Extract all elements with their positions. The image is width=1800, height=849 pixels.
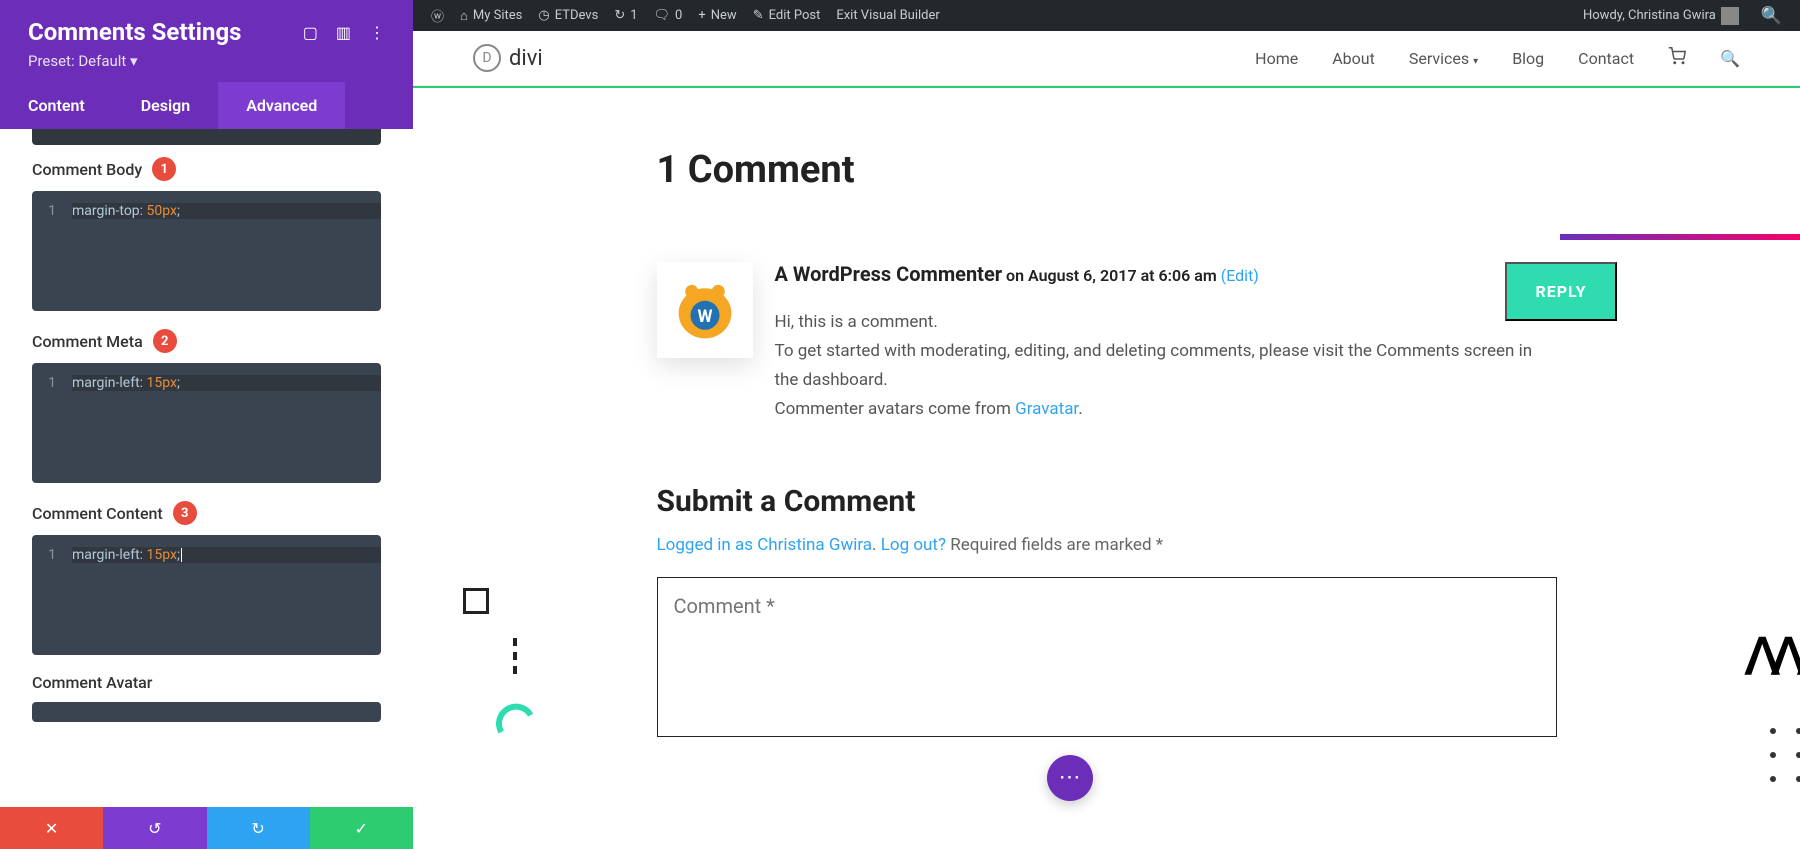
comment-date: on August 6, 2017 at 6:06 am xyxy=(1006,266,1217,285)
updates-link[interactable]: ↻1 xyxy=(606,0,645,31)
nav-contact[interactable]: Contact xyxy=(1578,49,1634,68)
field-label-comment-avatar: Comment Avatar xyxy=(32,673,381,692)
submit-comment-title: Submit a Comment xyxy=(657,484,1557,519)
field-label-text: Comment Meta xyxy=(32,332,143,351)
css-editor-comment-meta[interactable]: 1margin-left: 15px; xyxy=(32,363,381,483)
nav-search-icon[interactable]: 🔍 xyxy=(1720,49,1740,68)
divi-settings-panel: Comments Settings ▢ ▥ ⋮ Preset: Default … xyxy=(0,0,413,849)
wp-admin-bar: ⓦ ⌂My Sites ◷ETDevs ↻1 🗨0 +New ✎Edit Pos… xyxy=(413,0,1800,31)
gravatar-link[interactable]: Gravatar xyxy=(1015,399,1078,419)
exit-visual-builder-link[interactable]: Exit Visual Builder xyxy=(828,0,947,31)
nav-services[interactable]: Services▾ xyxy=(1409,49,1478,68)
adminbar-search-icon[interactable]: 🔍 xyxy=(1753,0,1790,31)
wp-logo-icon[interactable]: ⓦ xyxy=(423,0,452,31)
tab-advanced[interactable]: Advanced xyxy=(218,82,345,129)
submit-meta: Logged in as Christina Gwira. Log out? R… xyxy=(657,535,1557,555)
field-label-text: Comment Body xyxy=(32,160,142,179)
hover-icon[interactable]: ▢ xyxy=(303,23,318,42)
progress-bar xyxy=(413,86,1800,88)
menu-icon[interactable]: ⋮ xyxy=(369,23,385,42)
undo-button[interactable]: ↺ xyxy=(103,807,206,849)
page-content: 1 Comment W REPLY A WordPress C xyxy=(413,148,1800,741)
comments-link[interactable]: 🗨0 xyxy=(646,0,691,31)
decoration-gradient xyxy=(1560,234,1800,240)
panel-tabs: Content Design Advanced xyxy=(0,82,413,129)
decoration-zigzag: ᐱᐱᐱᐱ xyxy=(1745,628,1800,687)
comment-textarea[interactable] xyxy=(657,577,1557,737)
tab-design[interactable]: Design xyxy=(113,82,218,129)
comments-count-title: 1 Comment xyxy=(657,148,1557,192)
preset-dropdown[interactable]: Preset: Default ▾ xyxy=(28,52,385,70)
css-editor-comment-body[interactable]: 1margin-top: 50px; xyxy=(32,191,381,311)
new-link[interactable]: +New xyxy=(690,0,744,31)
wapuu-icon: W xyxy=(672,277,738,343)
field-label-text: Comment Content xyxy=(32,504,163,523)
field-label-comment-body: Comment Body 1 xyxy=(32,157,381,181)
my-sites-link[interactable]: ⌂My Sites xyxy=(452,0,530,31)
chevron-down-icon: ▾ xyxy=(1473,56,1478,67)
field-label-comment-content: Comment Content 3 xyxy=(32,501,381,525)
svg-text:W: W xyxy=(697,307,712,327)
decoration-dashes xyxy=(513,638,517,674)
panel-title: Comments Settings xyxy=(28,18,241,46)
css-editor-comment-avatar[interactable] xyxy=(32,702,381,722)
site-logo[interactable]: D divi xyxy=(473,44,543,72)
nav-blog[interactable]: Blog xyxy=(1512,49,1544,68)
logout-link[interactable]: Log out? xyxy=(881,535,946,555)
edit-post-link[interactable]: ✎Edit Post xyxy=(745,0,829,31)
refresh-icon: ↻ xyxy=(614,8,625,23)
redo-button[interactable]: ↻ xyxy=(207,807,310,849)
site-nav: D divi Home About Services▾ Blog Contact… xyxy=(413,31,1800,86)
discard-button[interactable]: ✕ xyxy=(0,807,103,849)
site-link[interactable]: ◷ETDevs xyxy=(530,0,606,31)
comment-avatar: W xyxy=(657,262,753,358)
field-label-comment-meta: Comment Meta 2 xyxy=(32,329,381,353)
nav-about[interactable]: About xyxy=(1332,49,1375,68)
required-text: Required fields are marked * xyxy=(950,535,1163,555)
panel-footer: ✕ ↺ ↻ ✓ xyxy=(0,807,413,849)
comment-author: A WordPress Commenter xyxy=(775,262,1003,286)
gauge-icon: ◷ xyxy=(538,8,549,23)
decoration-square xyxy=(463,588,489,614)
nav-home[interactable]: Home xyxy=(1255,49,1298,68)
logo-text: divi xyxy=(509,46,543,71)
field-label-text: Comment Avatar xyxy=(32,673,152,692)
logged-in-as-link[interactable]: Logged in as Christina Gwira xyxy=(657,535,873,555)
panel-header: Comments Settings ▢ ▥ ⋮ Preset: Default … xyxy=(0,0,413,82)
pencil-icon: ✎ xyxy=(753,8,764,23)
cart-icon[interactable] xyxy=(1668,47,1686,69)
tab-content[interactable]: Content xyxy=(0,82,113,129)
annotation-badge-1: 1 xyxy=(152,157,176,181)
css-editor-comment-content[interactable]: 1margin-left: 15px; xyxy=(32,535,381,655)
plus-icon: + xyxy=(698,8,705,23)
code-box-remnant xyxy=(32,129,381,145)
comment-edit-link[interactable]: (Edit) xyxy=(1221,266,1259,285)
logo-d-icon: D xyxy=(473,44,501,72)
annotation-badge-3: 3 xyxy=(173,501,197,525)
howdy-link[interactable]: Howdy, Christina Gwira xyxy=(1575,0,1747,31)
responsive-icon[interactable]: ▥ xyxy=(336,23,351,42)
house-icon: ⌂ xyxy=(460,8,468,24)
decoration-dots xyxy=(1770,728,1800,782)
avatar-icon xyxy=(1721,7,1739,25)
reply-button[interactable]: REPLY xyxy=(1505,262,1616,321)
comment-icon: 🗨 xyxy=(654,8,671,23)
panel-scroll[interactable]: Comment Body 1 1margin-top: 50px; Commen… xyxy=(0,129,413,807)
comment-item: W REPLY A WordPress Commenter on August … xyxy=(657,262,1557,424)
main-area: ⓦ ⌂My Sites ◷ETDevs ↻1 🗨0 +New ✎Edit Pos… xyxy=(413,0,1800,849)
decoration-arc xyxy=(489,696,534,733)
save-button[interactable]: ✓ xyxy=(310,807,413,849)
annotation-badge-2: 2 xyxy=(153,329,177,353)
module-fab-button[interactable]: ⋯ xyxy=(1047,755,1093,801)
comment-body: Hi, this is a comment. To get started wi… xyxy=(775,308,1557,424)
